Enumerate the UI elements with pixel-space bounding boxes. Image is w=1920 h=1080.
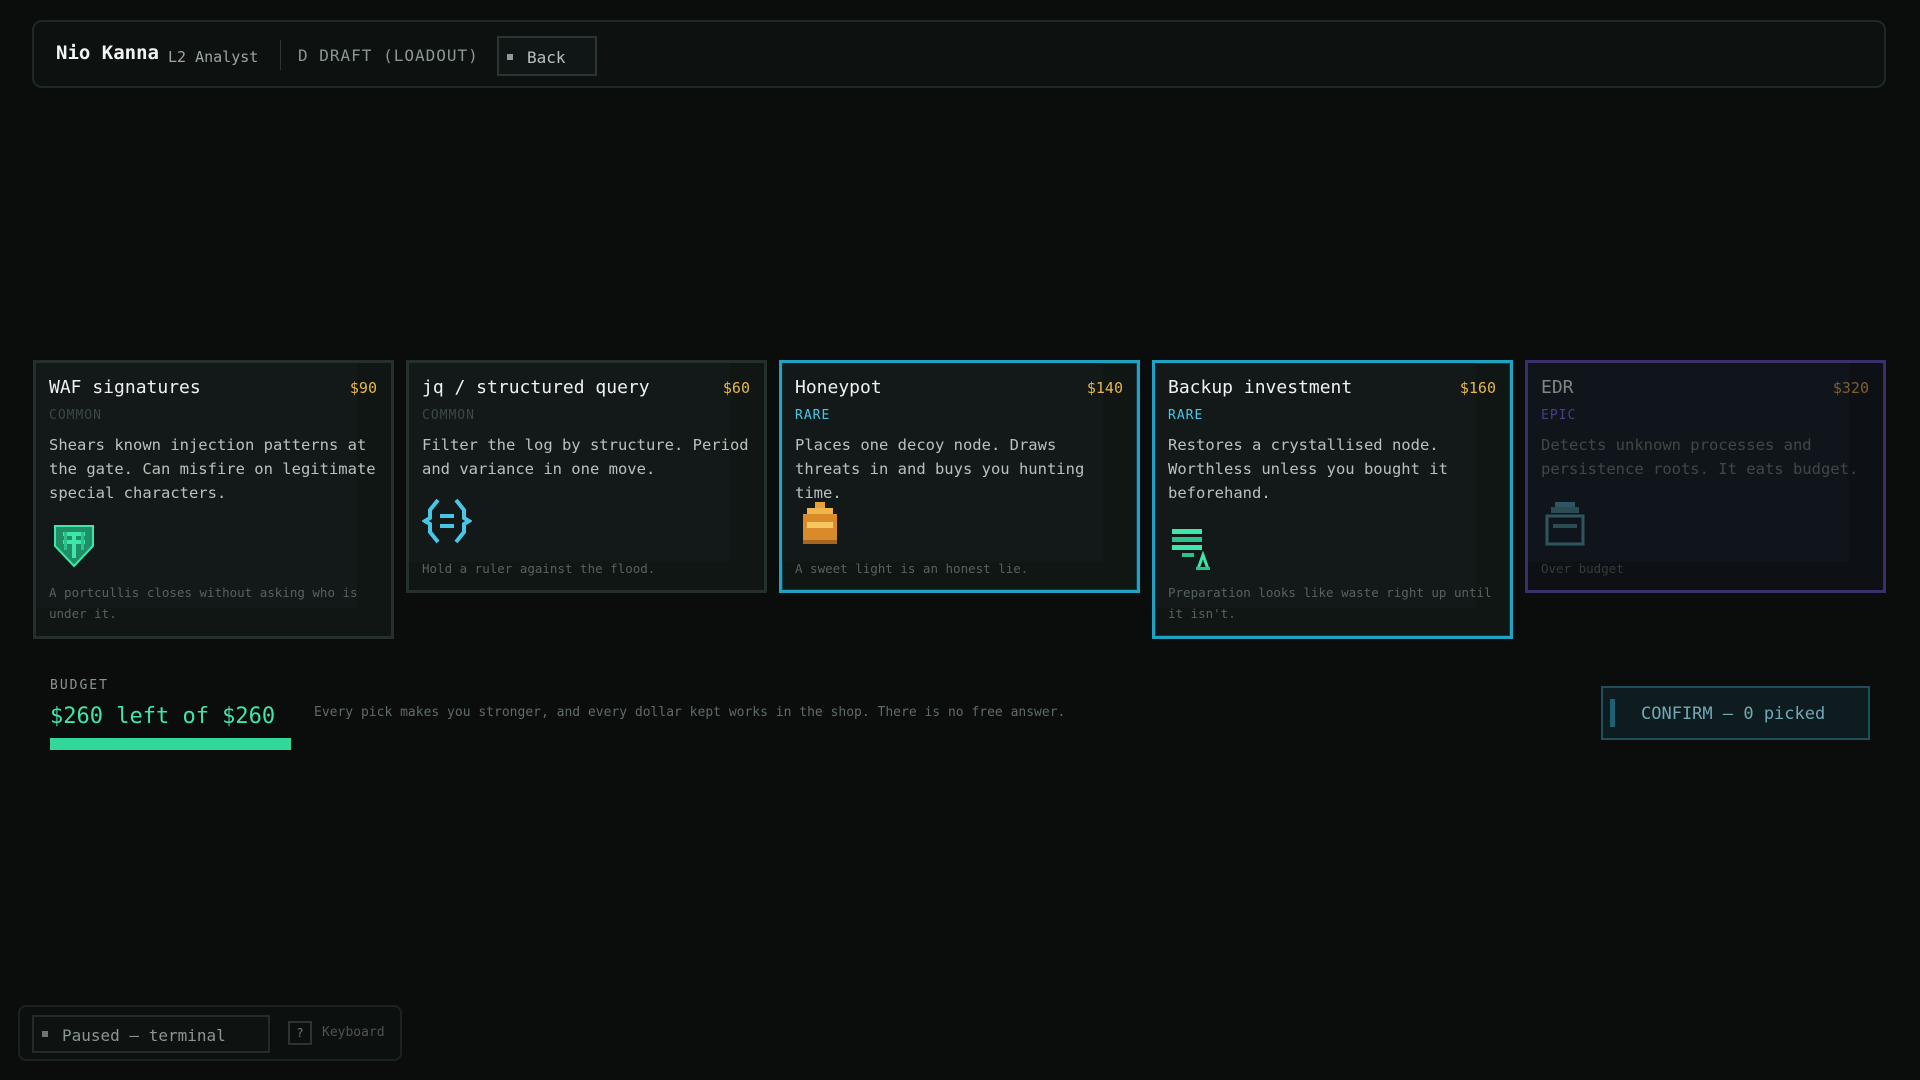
- card-flavor: A sweet light is an honest lie.: [795, 561, 1029, 576]
- footer-bar: Paused — terminal ? Keyboard: [18, 1005, 402, 1061]
- card-title: jq / structured query: [422, 377, 650, 398]
- confirm-accent: [1610, 699, 1615, 727]
- card-flavor: Over budget: [1541, 561, 1624, 576]
- honeypot-icon: [803, 502, 837, 544]
- card-flavor: A portcullis closes without asking who i…: [49, 585, 358, 621]
- backup-stack-icon: [1172, 529, 1210, 570]
- card-title: EDR: [1541, 377, 1574, 398]
- card-description: Detects unknown processes and persistenc…: [1541, 436, 1859, 478]
- player-name: Nio Kanna: [56, 42, 159, 64]
- divider: [280, 40, 281, 70]
- card-flavor: Hold a ruler against the flood.: [422, 561, 656, 576]
- player-rank: L2 Analyst: [168, 48, 259, 66]
- card-title: Backup investment: [1168, 377, 1353, 398]
- card-edr[interactable]: EDR $320 EPIC Detects unknown processes …: [1525, 360, 1886, 593]
- confirm-button[interactable]: CONFIRM — 0 picked: [1601, 686, 1870, 740]
- card-description: Restores a crystallised node. Worthless …: [1168, 436, 1448, 502]
- card-title: WAF signatures: [49, 377, 201, 398]
- confirm-button-label: CONFIRM — 0 picked: [1641, 704, 1826, 724]
- card-description: Places one decoy node. Draws threats in …: [795, 436, 1085, 502]
- back-button[interactable]: Back: [497, 36, 597, 76]
- card-flavor: Preparation looks like waste right up un…: [1168, 585, 1492, 621]
- top-bar: Nio Kanna L2 Analyst D DRAFT (LOADOUT) B…: [32, 20, 1886, 88]
- query-brackets-icon: [422, 498, 472, 544]
- card-rarity: RARE: [1168, 408, 1204, 423]
- back-bullet-icon: [507, 54, 513, 60]
- card-description: Shears known injection patterns at the g…: [49, 436, 376, 502]
- pause-bullet-icon: [42, 1031, 48, 1037]
- card-price: $90: [349, 379, 377, 397]
- card-price: $160: [1459, 379, 1496, 397]
- shield-icon: [54, 525, 94, 568]
- sensor-icon: [1545, 502, 1585, 546]
- card-waf-signatures[interactable]: WAF signatures $90 COMMON Shears known i…: [33, 360, 394, 639]
- budget-bar-fill: [50, 738, 291, 750]
- pause-button[interactable]: Paused — terminal: [32, 1015, 270, 1053]
- card-price: $60: [722, 379, 750, 397]
- card-rarity: EPIC: [1541, 408, 1577, 423]
- back-button-label: Back: [527, 48, 566, 67]
- budget-hint: Every pick makes you stronger, and every…: [314, 705, 1066, 720]
- card-title: Honeypot: [795, 377, 882, 398]
- card-jq-structured-query[interactable]: jq / structured query $60 COMMON Filter …: [406, 360, 767, 593]
- card-price: $140: [1086, 379, 1123, 397]
- keyboard-label: Keyboard: [322, 1025, 385, 1040]
- budget-bar: [50, 738, 291, 750]
- card-honeypot[interactable]: Honeypot $140 RARE Places one decoy node…: [779, 360, 1140, 593]
- card-backup-investment[interactable]: Backup investment $160 RARE Restores a c…: [1152, 360, 1513, 639]
- card-rarity: COMMON: [49, 408, 102, 423]
- pause-label: Paused — terminal: [62, 1026, 226, 1045]
- card-description: Filter the log by structure. Period and …: [422, 436, 749, 478]
- budget-amount: $260 left of $260: [50, 704, 276, 729]
- phase-label: D DRAFT (LOADOUT): [298, 46, 479, 65]
- card-price: $320: [1832, 379, 1869, 397]
- card-rarity: RARE: [795, 408, 831, 423]
- keyboard-help-key[interactable]: ?: [288, 1021, 312, 1045]
- budget-label: BUDGET: [50, 678, 109, 693]
- card-rarity: COMMON: [422, 408, 475, 423]
